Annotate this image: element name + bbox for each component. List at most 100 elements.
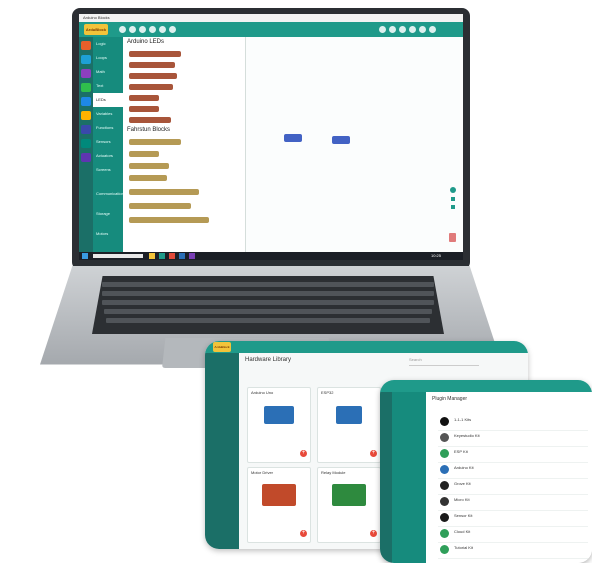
taskbar-app-icon[interactable] [159, 253, 165, 259]
block[interactable] [129, 217, 209, 223]
app-toolbar: ArduBlock [79, 22, 463, 37]
plugin-name: Grove Kit [454, 481, 471, 486]
app-toolbar: ArduBlock [205, 341, 528, 353]
zoom-in-icon[interactable] [451, 197, 455, 201]
board-card[interactable]: Motor Driver + [247, 467, 311, 543]
block[interactable] [129, 117, 171, 123]
recenter-icon[interactable] [450, 187, 456, 193]
board-card[interactable]: Relay Module + [317, 467, 381, 543]
workspace-block[interactable] [332, 136, 350, 144]
workspace-block[interactable] [284, 134, 302, 142]
block[interactable] [129, 62, 175, 68]
category-icon[interactable] [81, 69, 91, 78]
plugin-row[interactable]: Micro Kit [438, 494, 588, 511]
save-button[interactable] [139, 26, 146, 33]
block[interactable] [129, 139, 181, 145]
plugin-icon [440, 465, 449, 474]
redo-button[interactable] [389, 26, 396, 33]
category-icon[interactable] [81, 41, 91, 50]
category-item-selected[interactable]: LEDs [93, 93, 123, 107]
category-item[interactable]: Text [93, 79, 123, 93]
category-item[interactable]: Communication [93, 187, 124, 201]
key-row [106, 318, 430, 323]
taskbar-app-icon[interactable] [179, 253, 185, 259]
taskbar-app-icon[interactable] [149, 253, 155, 259]
help-button[interactable] [429, 26, 436, 33]
board-card[interactable]: Arduino Uno + [247, 387, 311, 463]
window-titlebar: Arduino Blocks [79, 14, 463, 22]
taskbar-clock: 10:25 [431, 253, 442, 258]
plugin-icon [440, 481, 449, 490]
plugin-row[interactable]: Arduino Kit [438, 462, 588, 479]
undo-button[interactable] [379, 26, 386, 33]
add-button[interactable]: + [300, 530, 307, 537]
plugin-row[interactable]: Cloud Kit [438, 526, 588, 543]
plugin-row[interactable]: Grove Kit [438, 478, 588, 495]
code-button[interactable] [419, 26, 426, 33]
plugin-row[interactable]: ESP Kit [438, 446, 588, 463]
category-icon[interactable] [81, 97, 91, 106]
start-icon[interactable] [82, 253, 88, 259]
block[interactable] [129, 51, 181, 57]
add-button[interactable]: + [370, 450, 377, 457]
plugin-row[interactable]: 1-1-1 Kits [438, 414, 588, 431]
new-button[interactable] [119, 26, 126, 33]
board-image [264, 406, 294, 424]
category-item[interactable]: Functions [93, 121, 123, 135]
open-button[interactable] [129, 26, 136, 33]
plugin-name: Tutorial Kit [454, 545, 473, 550]
plugin-icon [440, 449, 449, 458]
library-title: Hardware Library [245, 357, 292, 363]
keyboard [92, 276, 444, 334]
category-icon[interactable] [81, 153, 91, 162]
trash-icon[interactable] [449, 233, 456, 242]
search-input[interactable]: Search [409, 357, 479, 366]
category-item[interactable]: Math [93, 65, 123, 79]
block[interactable] [129, 175, 167, 181]
taskbar-app-icon[interactable] [189, 253, 195, 259]
add-button[interactable]: + [300, 450, 307, 457]
block[interactable] [129, 73, 177, 79]
category-item[interactable]: Storage [93, 207, 123, 221]
category-item[interactable]: Screens [93, 163, 123, 177]
board-card[interactable]: ESP32 + [317, 387, 381, 463]
search-box[interactable] [93, 254, 143, 258]
category-item[interactable]: Actuators [93, 149, 123, 163]
zoom-out-button[interactable] [409, 26, 416, 33]
category-item[interactable]: Variables [93, 107, 123, 121]
category-icon[interactable] [81, 139, 91, 148]
block[interactable] [129, 95, 159, 101]
category-item[interactable]: Sensors [93, 135, 123, 149]
settings-button[interactable] [169, 26, 176, 33]
category-icon[interactable] [81, 55, 91, 64]
block[interactable] [129, 189, 199, 195]
category-icon[interactable] [81, 111, 91, 120]
block[interactable] [129, 106, 159, 112]
os-taskbar: 10:25 [79, 252, 463, 260]
taskbar-app-icon[interactable] [169, 253, 175, 259]
category-item[interactable]: Loops [93, 51, 123, 65]
plugin-name: Sensor Kit [454, 513, 473, 518]
block[interactable] [129, 84, 173, 90]
block-workspace[interactable] [246, 37, 463, 252]
upload-button[interactable] [149, 26, 156, 33]
flyout-section: Fahrstun Blocks [127, 127, 171, 133]
card-title: Relay Module [321, 470, 346, 475]
block[interactable] [129, 203, 191, 209]
zoom-in-button[interactable] [399, 26, 406, 33]
plugin-row[interactable]: Sensor Kit [438, 510, 588, 527]
category-icon[interactable] [81, 83, 91, 92]
block[interactable] [129, 163, 169, 169]
plugin-row[interactable]: Tutorial Kit [438, 542, 588, 559]
serial-button[interactable] [159, 26, 166, 33]
add-button[interactable]: + [370, 530, 377, 537]
category-item[interactable]: Logic [93, 37, 123, 51]
plugin-name: ESP Kit [454, 449, 468, 454]
block[interactable] [129, 151, 159, 157]
zoom-out-icon[interactable] [451, 205, 455, 209]
category-icon[interactable] [81, 125, 91, 134]
plugin-icon [440, 497, 449, 506]
plugin-row[interactable]: Keyestudio Kit [438, 430, 588, 447]
category-item[interactable]: Motors [93, 227, 123, 241]
plugin-icon [440, 433, 449, 442]
